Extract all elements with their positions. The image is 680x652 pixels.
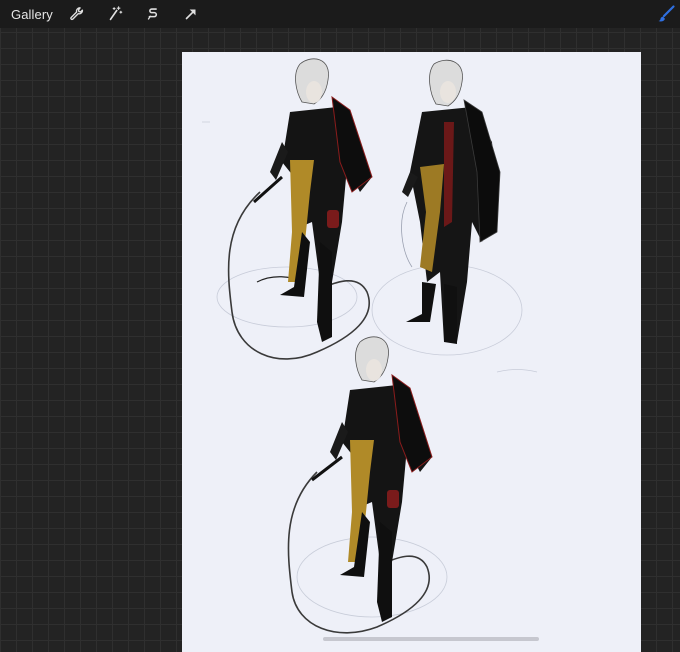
gallery-button[interactable]: Gallery (11, 7, 53, 22)
magic-wand-icon[interactable] (105, 4, 125, 24)
character-sketch-2 (401, 59, 501, 344)
character-sketch-3 (287, 336, 433, 634)
home-indicator (323, 637, 539, 641)
wrench-icon[interactable] (67, 4, 87, 24)
drawing-canvas[interactable] (182, 52, 641, 652)
brush-icon[interactable] (656, 4, 676, 24)
top-toolbar: Gallery (0, 0, 680, 28)
transform-arrow-icon[interactable] (181, 4, 201, 24)
character-sketch-1 (227, 58, 373, 360)
selection-icon[interactable] (143, 4, 163, 24)
